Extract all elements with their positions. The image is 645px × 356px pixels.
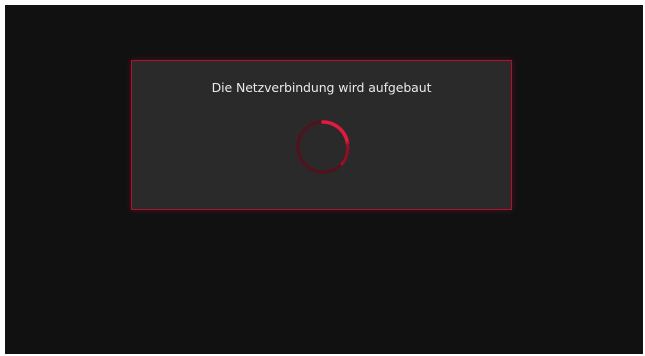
loading-spinner-icon bbox=[295, 119, 351, 175]
network-connection-dialog: Die Netzverbindung wird aufgebaut bbox=[131, 60, 512, 210]
tv-screen: Die Netzverbindung wird aufgebaut bbox=[5, 5, 643, 354]
connection-status-message: Die Netzverbindung wird aufgebaut bbox=[211, 80, 432, 95]
